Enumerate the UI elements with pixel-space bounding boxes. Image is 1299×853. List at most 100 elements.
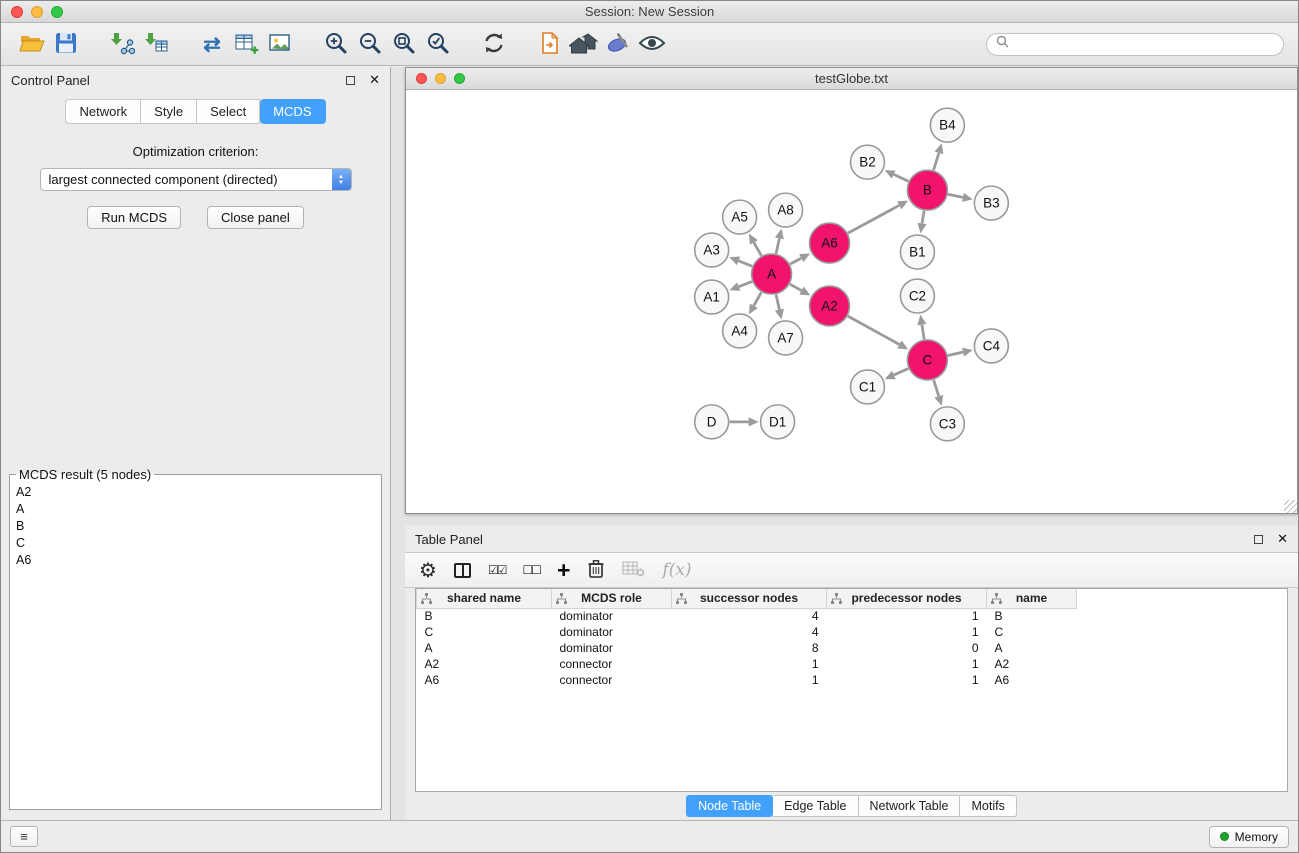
network-edge[interactable] xyxy=(934,380,939,396)
column-header-mcds-role[interactable]: MCDS role xyxy=(552,589,672,608)
delete-column-button[interactable] xyxy=(587,556,605,584)
refresh-layout-button[interactable] xyxy=(477,27,511,61)
node-table-container[interactable]: shared nameMCDS rolesuccessor nodesprede… xyxy=(415,588,1288,792)
network-edge[interactable] xyxy=(776,295,779,310)
network-edge[interactable] xyxy=(790,258,801,264)
network-edge[interactable] xyxy=(754,242,762,255)
network-edge[interactable] xyxy=(739,261,753,266)
network-node-B1[interactable]: B1 xyxy=(900,235,934,269)
analyzer-button[interactable] xyxy=(601,27,635,61)
save-session-button[interactable] xyxy=(49,27,83,61)
network-edge[interactable] xyxy=(739,282,752,287)
table-cell[interactable]: 0 xyxy=(827,640,987,656)
network-node-A5[interactable]: A5 xyxy=(723,200,757,234)
table-cell[interactable]: 1 xyxy=(827,656,987,672)
network-node-B[interactable]: B xyxy=(907,170,947,210)
table-cell[interactable]: A6 xyxy=(417,672,552,688)
zoom-selected-button[interactable] xyxy=(421,27,455,61)
column-header-predecessor-nodes[interactable]: predecessor nodes xyxy=(827,589,987,608)
tab-mcds[interactable]: MCDS xyxy=(260,99,325,124)
network-node-D[interactable]: D xyxy=(695,405,729,439)
network-node-B2[interactable]: B2 xyxy=(851,145,885,179)
mcds-result-item[interactable]: A2 xyxy=(12,484,379,501)
network-node-C[interactable]: C xyxy=(907,340,947,380)
mcds-result-item[interactable]: C xyxy=(12,535,379,552)
table-cell[interactable]: 1 xyxy=(827,672,987,688)
network-node-C3[interactable]: C3 xyxy=(930,407,964,441)
network-edge[interactable] xyxy=(922,211,924,224)
new-table-button[interactable] xyxy=(229,27,263,61)
export-image-button[interactable] xyxy=(263,27,297,61)
network-edge[interactable] xyxy=(934,153,939,170)
run-mcds-button[interactable]: Run MCDS xyxy=(87,206,181,229)
show-columns-button[interactable] xyxy=(454,556,471,584)
network-node-A7[interactable]: A7 xyxy=(769,321,803,355)
close-panel-button[interactable]: Close panel xyxy=(207,206,304,229)
table-cell[interactable]: dominator xyxy=(552,608,672,624)
network-edge[interactable] xyxy=(948,352,963,355)
deselect-all-button[interactable]: ☐☐ xyxy=(522,556,540,584)
zoom-fit-button[interactable] xyxy=(387,27,421,61)
table-row[interactable]: A6connector11A6 xyxy=(417,672,1077,688)
table-cell[interactable]: C xyxy=(987,624,1077,640)
network-edge[interactable] xyxy=(776,238,779,253)
open-document-button[interactable] xyxy=(533,27,567,61)
home-button[interactable] xyxy=(567,27,601,61)
tab-network-table[interactable]: Network Table xyxy=(859,795,961,817)
table-cell[interactable]: B xyxy=(987,608,1077,624)
memory-button[interactable]: Memory xyxy=(1209,826,1289,848)
network-edge[interactable] xyxy=(894,369,908,375)
table-cell[interactable]: connector xyxy=(552,656,672,672)
table-cell[interactable]: A2 xyxy=(417,656,552,672)
network-edge[interactable] xyxy=(922,325,924,340)
mcds-result-item[interactable]: A6 xyxy=(12,552,379,569)
tab-node-table[interactable]: Node Table xyxy=(686,795,773,817)
task-history-button[interactable]: ≡ xyxy=(10,826,38,847)
table-cell[interactable]: A xyxy=(987,640,1077,656)
network-node-A[interactable]: A xyxy=(752,254,792,294)
network-node-C2[interactable]: C2 xyxy=(900,279,934,313)
network-node-D1[interactable]: D1 xyxy=(761,405,795,439)
tab-network[interactable]: Network xyxy=(65,99,141,124)
float-panel-icon[interactable] xyxy=(346,76,355,85)
network-node-A6[interactable]: A6 xyxy=(810,223,850,263)
table-cell[interactable]: 4 xyxy=(672,608,827,624)
zoom-in-button[interactable] xyxy=(319,27,353,61)
tab-select[interactable]: Select xyxy=(197,99,260,124)
zoom-out-button[interactable] xyxy=(353,27,387,61)
network-node-A2[interactable]: A2 xyxy=(810,286,850,326)
network-edge[interactable] xyxy=(848,205,899,233)
table-row[interactable]: Bdominator41B xyxy=(417,608,1077,624)
table-cell[interactable]: 1 xyxy=(827,624,987,640)
network-node-A8[interactable]: A8 xyxy=(769,193,803,227)
open-session-button[interactable] xyxy=(15,27,49,61)
import-network-file-button[interactable] xyxy=(105,27,139,61)
tab-style[interactable]: Style xyxy=(141,99,197,124)
tab-motifs[interactable]: Motifs xyxy=(960,795,1016,817)
optimization-criterion-dropdown[interactable]: largest connected component (directed) ▲… xyxy=(40,168,352,191)
mcds-result-item[interactable]: B xyxy=(12,518,379,535)
table-cell[interactable]: connector xyxy=(552,672,672,688)
table-cell[interactable]: 1 xyxy=(827,608,987,624)
network-node-B4[interactable]: B4 xyxy=(930,108,964,142)
table-cell[interactable]: 1 xyxy=(672,656,827,672)
search-input[interactable] xyxy=(1014,37,1274,51)
mcds-result-item[interactable]: A xyxy=(12,501,379,518)
table-row[interactable]: Cdominator41C xyxy=(417,624,1077,640)
import-table-file-button[interactable] xyxy=(139,27,173,61)
table-row[interactable]: Adominator80A xyxy=(417,640,1077,656)
network-node-C4[interactable]: C4 xyxy=(974,329,1008,363)
show-hide-button[interactable] xyxy=(635,27,669,61)
network-edge[interactable] xyxy=(948,194,963,197)
select-all-button[interactable]: ☑☑ xyxy=(488,556,506,584)
table-cell[interactable]: dominator xyxy=(552,640,672,656)
network-node-A1[interactable]: A1 xyxy=(695,280,729,314)
table-cell[interactable]: dominator xyxy=(552,624,672,640)
table-cell[interactable]: 8 xyxy=(672,640,827,656)
tab-edge-table[interactable]: Edge Table xyxy=(773,795,858,817)
table-settings-button[interactable]: ⚙ xyxy=(419,556,437,584)
network-canvas[interactable]: B4B2BB3A8A5A6A3B1AC2A1A2A4A7C4CC1C3DD1 xyxy=(406,90,1297,513)
resize-grip[interactable] xyxy=(1284,500,1297,513)
network-node-A4[interactable]: A4 xyxy=(723,314,757,348)
table-cell[interactable]: A xyxy=(417,640,552,656)
